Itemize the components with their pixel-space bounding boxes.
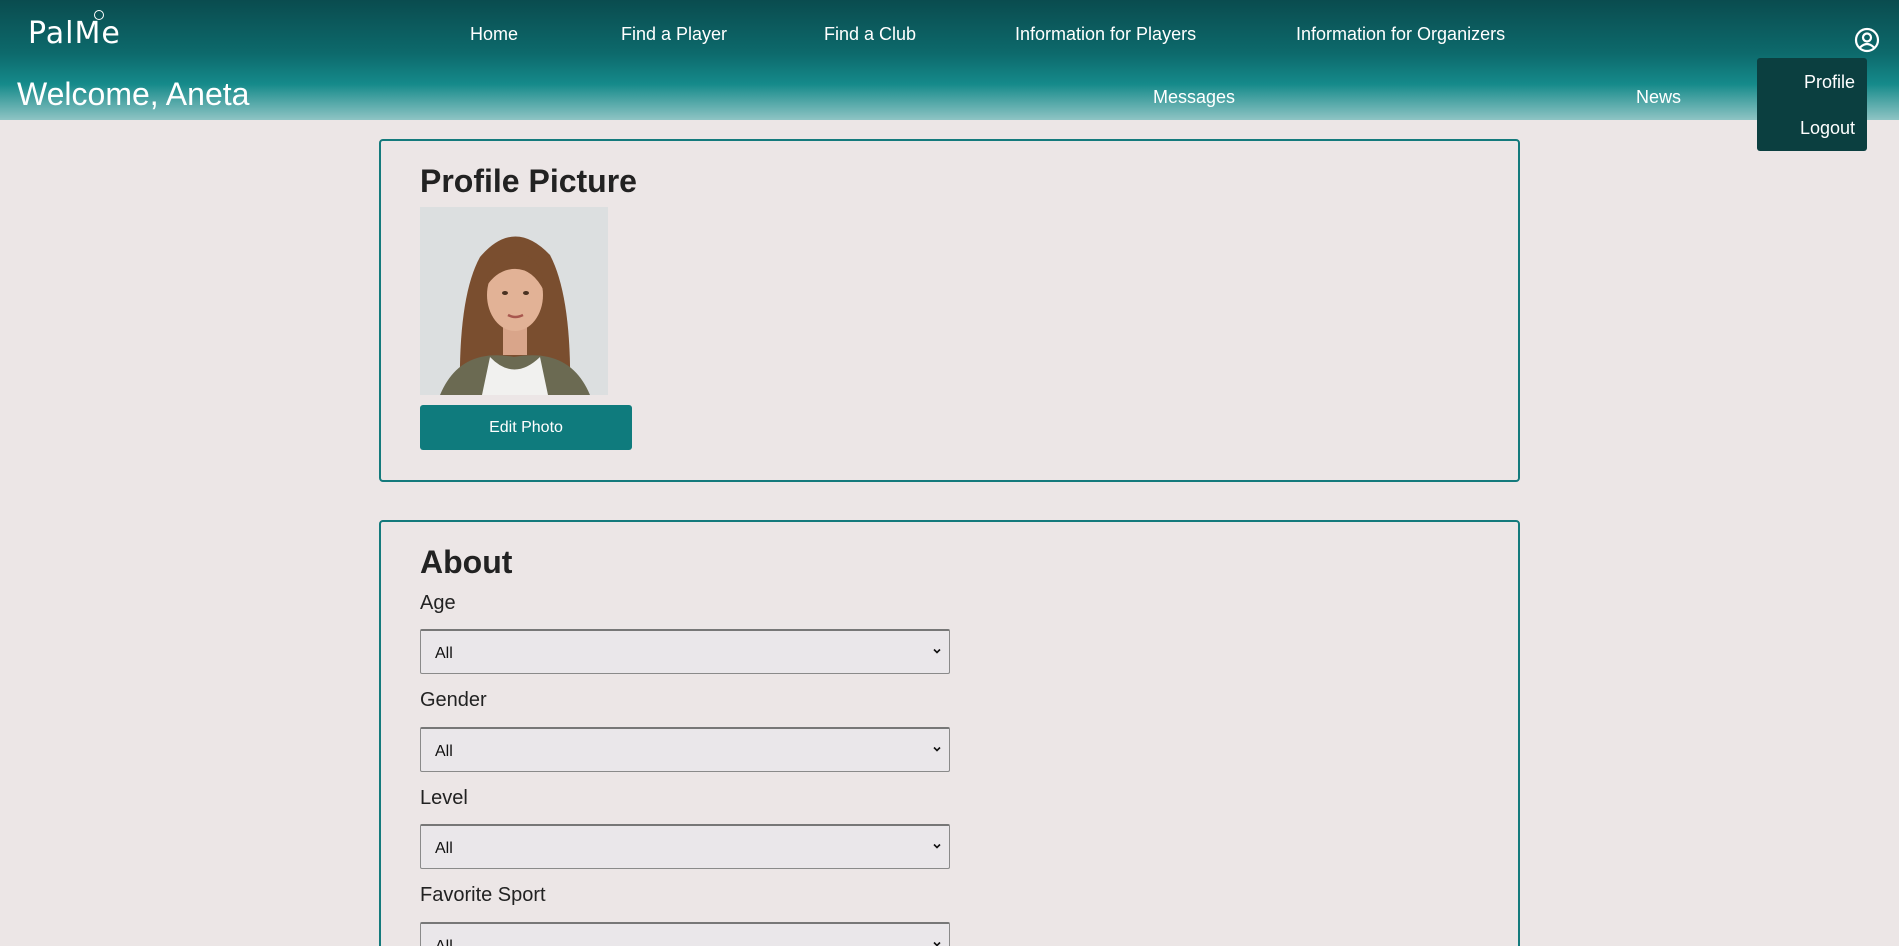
level-select-value: All — [435, 840, 453, 857]
gender-label: Gender — [420, 689, 487, 711]
level-select[interactable]: All — [420, 824, 950, 869]
gender-select-value: All — [435, 743, 453, 760]
palme-logo[interactable]: PalMe — [28, 10, 120, 60]
menu-item-logout[interactable]: Logout — [1800, 118, 1855, 139]
age-label: Age — [420, 592, 456, 614]
nav-news[interactable]: News — [1636, 87, 1681, 108]
profile-picture-card: Profile Picture Edit Photo — [379, 139, 1520, 482]
nav-info-organizers[interactable]: Information for Organizers — [1296, 24, 1505, 45]
top-header: PalMe Home Find a Player Find a Club Inf… — [0, 0, 1899, 120]
about-card: About Age All Gender All Level All Favor… — [379, 520, 1520, 946]
user-circle-icon[interactable] — [1854, 27, 1880, 53]
nav-find-club[interactable]: Find a Club — [824, 24, 916, 45]
age-select-value: All — [435, 645, 453, 662]
profile-photo — [420, 207, 608, 395]
chevron-down-icon — [931, 742, 943, 754]
nav-find-player[interactable]: Find a Player — [621, 24, 727, 45]
chevron-down-icon — [931, 839, 943, 851]
age-select[interactable]: All — [420, 629, 950, 674]
logo-text: PalMe — [28, 16, 121, 51]
chevron-down-icon — [931, 937, 943, 946]
chevron-down-icon — [931, 644, 943, 656]
nav-messages[interactable]: Messages — [1153, 87, 1235, 108]
user-dropdown-menu: Profile Logout — [1757, 58, 1867, 151]
favorite-sport-select-value: All — [435, 938, 453, 946]
ball-icon — [94, 10, 104, 20]
level-label: Level — [420, 787, 468, 809]
favorite-sport-label: Favorite Sport — [420, 884, 546, 906]
edit-photo-button[interactable]: Edit Photo — [420, 405, 632, 450]
menu-item-profile[interactable]: Profile — [1804, 72, 1855, 93]
profile-picture-title: Profile Picture — [420, 163, 637, 199]
gender-select[interactable]: All — [420, 727, 950, 772]
favorite-sport-select[interactable]: All — [420, 922, 950, 946]
nav-home[interactable]: Home — [470, 24, 518, 45]
about-title: About — [420, 544, 513, 580]
welcome-message: Welcome, Aneta — [17, 76, 250, 112]
nav-info-players[interactable]: Information for Players — [1015, 24, 1196, 45]
